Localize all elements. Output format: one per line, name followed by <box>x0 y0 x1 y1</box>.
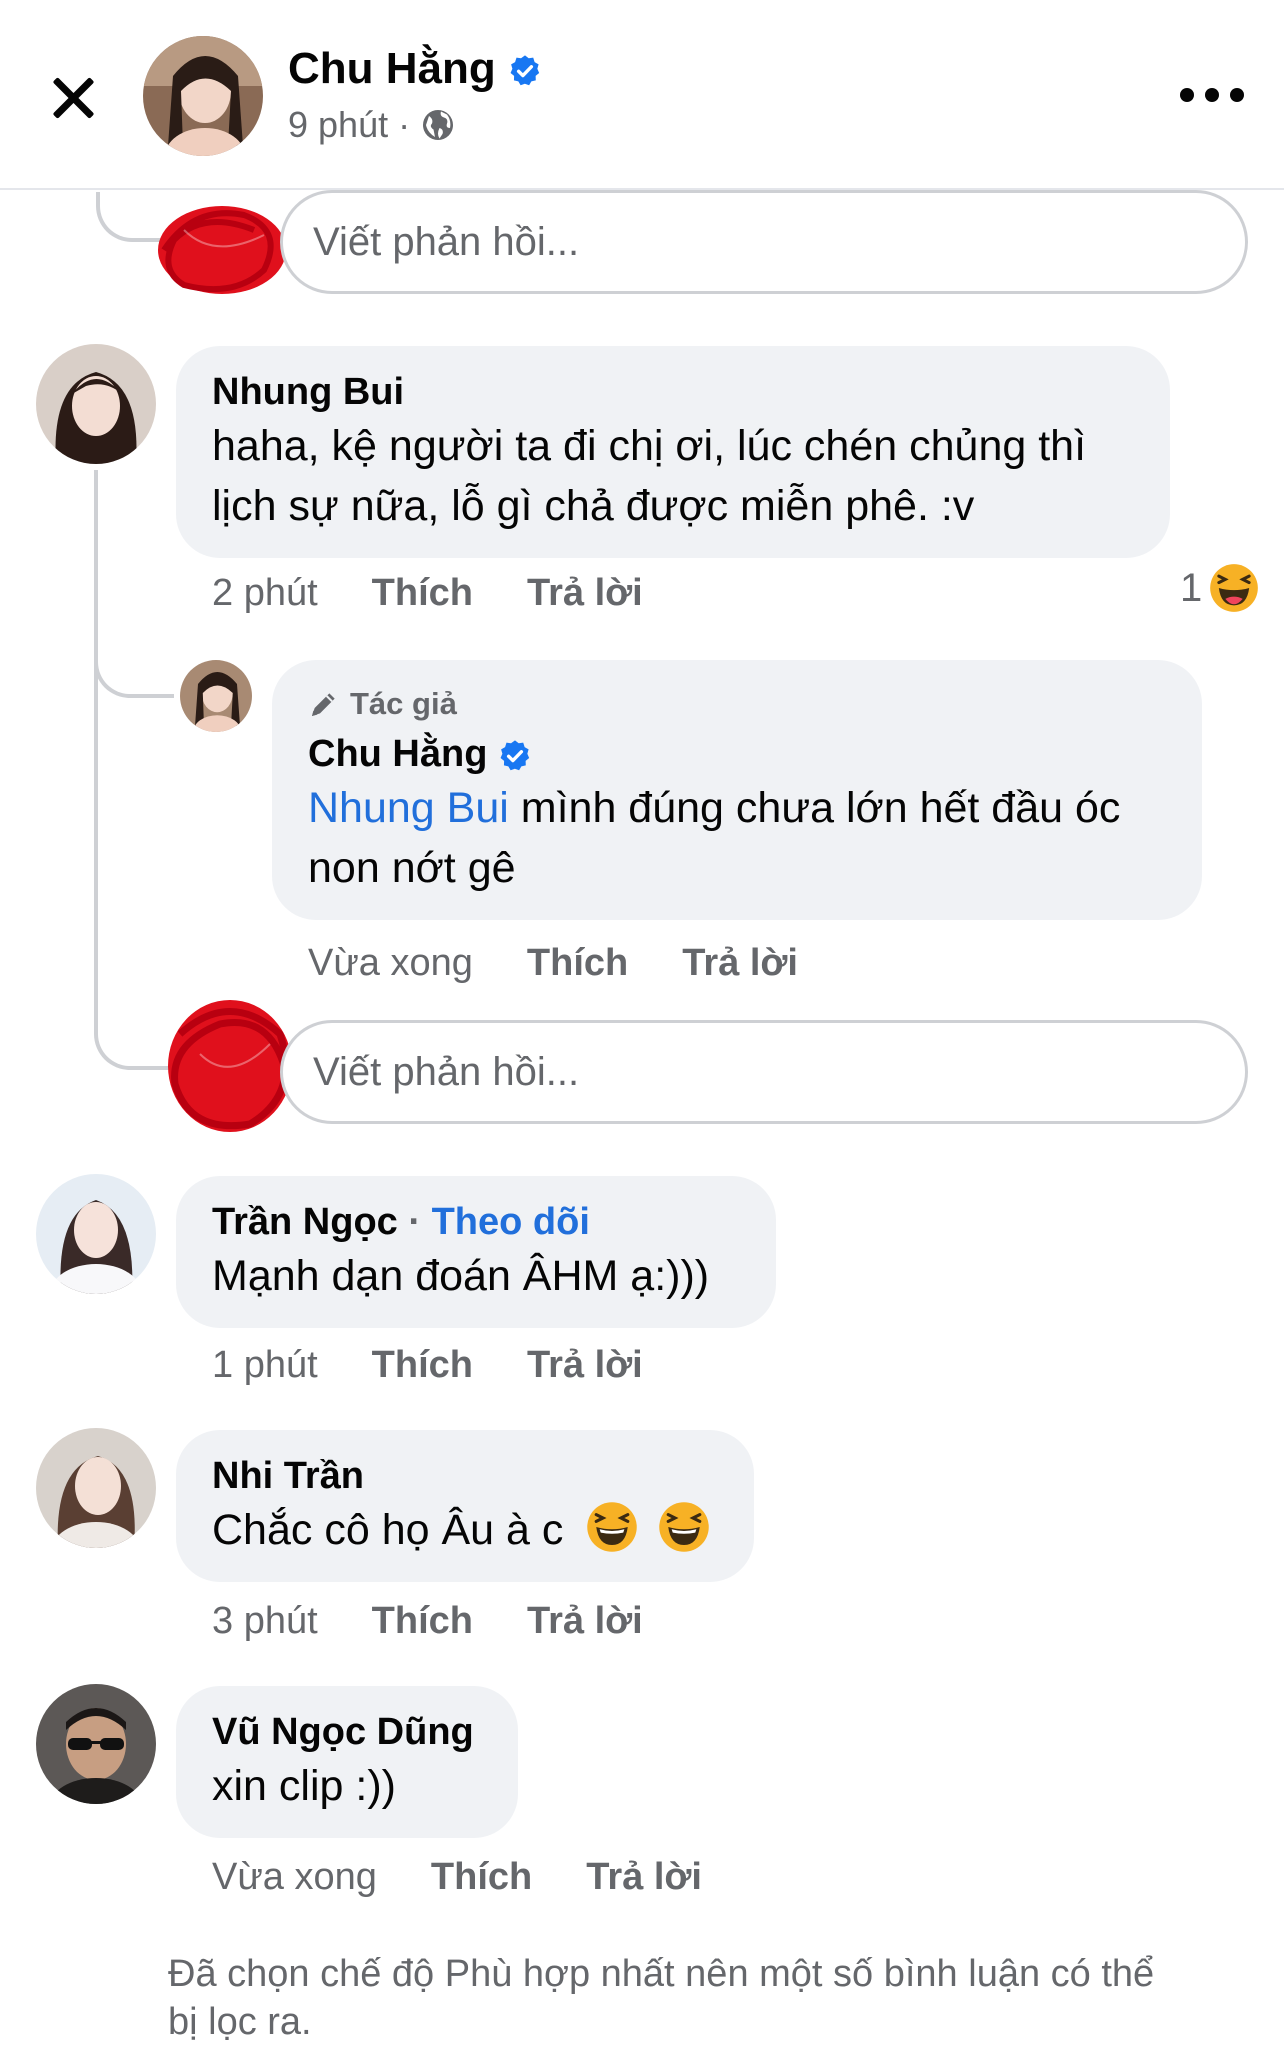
commenter-avatar[interactable] <box>36 1174 156 1294</box>
globe-icon <box>423 110 454 140</box>
commenter-name-row: Trần Ngọc · Theo dõi <box>212 1198 740 1246</box>
commenter-avatar[interactable] <box>36 344 156 464</box>
author-label: Tác giả <box>308 684 1166 724</box>
commenter-name-text[interactable]: Chu Hằng <box>308 733 487 775</box>
reply-button[interactable]: Trả lời <box>527 1600 643 1643</box>
commenter-name[interactable]: Trần Ngọc <box>212 1201 398 1243</box>
comment-text: Nhung Bui mình đúng chưa lớn hết đầu óc … <box>308 778 1166 898</box>
comment-bubble[interactable]: Vũ Ngọc Dũng xin clip :)) <box>176 1686 518 1838</box>
like-button[interactable]: Thích <box>431 1856 532 1899</box>
author-avatar[interactable] <box>143 36 263 156</box>
author-name-text[interactable]: Chu Hằng <box>288 44 496 93</box>
author-label-text: Tác giả <box>350 686 457 721</box>
reply-button[interactable]: Trả lời <box>527 1344 643 1387</box>
commenter-avatar[interactable] <box>36 1684 156 1804</box>
reply-input-1[interactable]: Viết phản hồi... <box>280 190 1248 294</box>
commenter-name[interactable]: Chu Hằng <box>308 730 1166 778</box>
comment-actions: Vừa xong Thích Trả lời <box>308 942 798 985</box>
redacted-avatar-scribble <box>168 1000 292 1132</box>
comment-time[interactable]: 2 phút <box>212 572 318 615</box>
comment-actions: 1 phút Thích Trả lời <box>212 1344 643 1387</box>
filter-notice: Đã chọn chế độ Phù hợp nhất nên một số b… <box>168 1953 1155 2043</box>
comment-time[interactable]: Vừa xong <box>212 1856 377 1899</box>
post-time[interactable]: 9 phút <box>288 104 388 146</box>
follow-button[interactable]: Theo dõi <box>432 1201 590 1243</box>
commenter-avatar[interactable] <box>36 1428 156 1548</box>
thread-connector <box>94 650 174 698</box>
comment-actions: Vừa xong Thích Trả lời <box>212 1856 702 1899</box>
comment-bubble[interactable]: Trần Ngọc · Theo dõi Mạnh dạn đoán ÂHM ạ… <box>176 1176 776 1328</box>
comment-time[interactable]: 3 phút <box>212 1600 318 1643</box>
comment-time[interactable]: Vừa xong <box>308 942 473 985</box>
thread-line <box>94 470 98 1010</box>
post-meta: 9 phút · <box>288 104 456 146</box>
mention-link[interactable]: Nhung Bui <box>308 784 509 832</box>
haha-reaction-icon <box>1210 564 1259 612</box>
name-separator: · <box>408 1201 432 1243</box>
laughing-emoji-icon <box>587 1502 638 1552</box>
close-icon[interactable] <box>44 68 100 124</box>
comment-actions: 2 phút Thích Trả lời <box>212 572 643 615</box>
like-button[interactable]: Thích <box>372 1344 473 1387</box>
meta-separator: · <box>398 104 411 145</box>
comment-bubble[interactable]: Nhi Trần Chắc cô họ Âu à c <box>176 1430 754 1582</box>
comment-text: haha, kệ người ta đi chị ơi, lúc chén ch… <box>212 422 1087 530</box>
reply-button[interactable]: Trả lời <box>527 572 643 615</box>
comment-text-row: Chắc cô họ Âu à c <box>212 1500 718 1560</box>
comment-bubble[interactable]: Tác giả Chu Hằng Nhung Bui mình đúng chư… <box>272 660 1202 920</box>
author-name[interactable]: Chu Hằng <box>288 44 542 94</box>
comment-text: Chắc cô họ Âu à c <box>212 1506 564 1554</box>
commenter-name[interactable]: Vũ Ngọc Dũng <box>212 1708 482 1756</box>
reaction-summary[interactable]: 1 <box>1180 562 1260 614</box>
reply-input-2[interactable]: Viết phản hồi... <box>280 1020 1248 1124</box>
reaction-count: 1 <box>1180 565 1203 610</box>
comment-actions: 3 phút Thích Trả lời <box>212 1600 643 1643</box>
post-header: Chu Hằng 9 phút · <box>0 0 1284 190</box>
comment-time[interactable]: 1 phút <box>212 1344 318 1387</box>
redacted-avatar-scribble <box>158 206 286 294</box>
commenter-name[interactable]: Nhung Bui <box>212 368 1134 416</box>
like-button[interactable]: Thích <box>372 572 473 615</box>
comment-text: xin clip :)) <box>212 1762 396 1810</box>
laughing-emoji-icon <box>659 1502 710 1552</box>
comment-text: Mạnh dạn đoán ÂHM ạ:))) <box>212 1252 710 1300</box>
reply-button[interactable]: Trả lời <box>682 942 798 985</box>
like-button[interactable]: Thích <box>372 1600 473 1643</box>
verified-badge-icon <box>510 55 540 86</box>
like-button[interactable]: Thích <box>527 942 628 985</box>
verified-badge-icon <box>500 740 530 771</box>
more-options-icon[interactable] <box>1180 80 1244 110</box>
commenter-name[interactable]: Nhi Trần <box>212 1452 718 1500</box>
comment-bubble[interactable]: Nhung Bui haha, kệ người ta đi chị ơi, l… <box>176 346 1170 558</box>
author-pen-icon <box>312 693 335 716</box>
author-reply-avatar[interactable] <box>180 660 252 732</box>
reply-button[interactable]: Trả lời <box>586 1856 702 1899</box>
